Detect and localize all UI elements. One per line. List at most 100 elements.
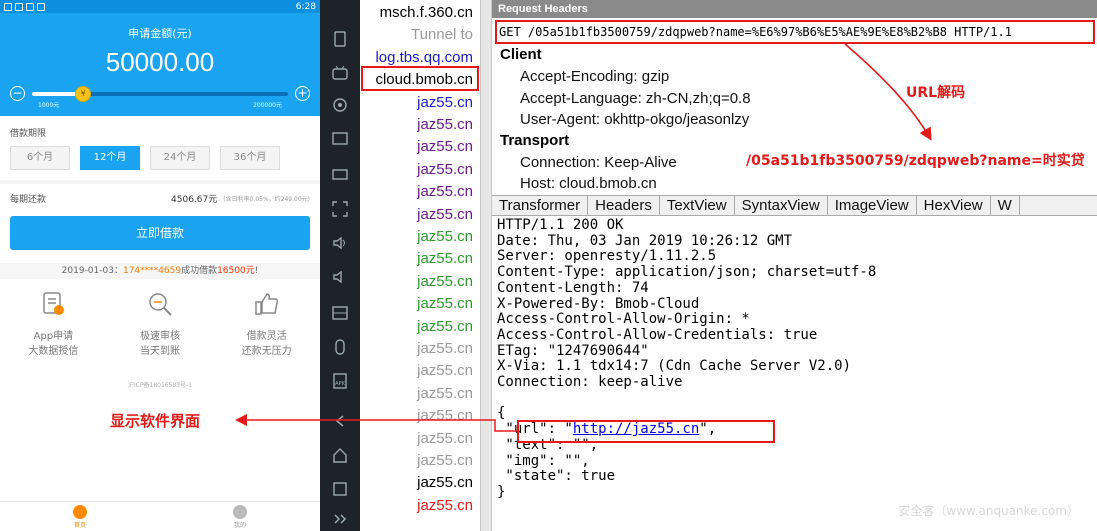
fullscreen-icon[interactable] [331,200,349,218]
tab-textview[interactable]: TextView [660,196,735,215]
tab-profile[interactable]: 我的 [160,502,320,531]
session-host-row[interactable]: jaz55.cn [417,295,473,312]
session-host-row[interactable]: jaz55.cn [417,138,473,155]
tab-transformer[interactable]: Transformer [492,196,589,215]
android-icon[interactable] [331,64,349,82]
feature-line2: 大数据授信 [28,346,79,357]
response-line: Date: Thu, 03 Jan 2019 10:26:12 GMT [497,232,793,249]
session-host-row[interactable]: jaz55.cn [417,452,473,469]
profile-icon [233,505,247,519]
response-line: X-Via: 1.1 tdx14:7 (Cdn Cache Server V2.… [497,358,852,375]
session-host-row[interactable]: jaz55.cn [417,250,473,267]
volume-down-icon[interactable] [331,268,349,286]
header-connection[interactable]: Connection: Keep-Alive [520,154,677,171]
header-accept-encoding[interactable]: Accept-Encoding: gzip [520,68,669,85]
json-line: "state": true [497,468,616,485]
session-host-row[interactable]: jaz55.cn [417,362,473,379]
decoded-path-label: /05a51b1fb3500759/zdqpweb?name=时实贷 [746,153,1085,169]
feature-line1: App申请 [33,331,74,342]
response-text[interactable]: HTTP/1.1 200 OK Date: Thu, 03 Jan 2019 10… [492,217,1097,531]
session-host-row[interactable]: jaz55.cn [417,273,473,290]
feature-app-apply[interactable]: App申请 大数据授信 [0,290,107,359]
session-host-row[interactable]: jaz55.cn [417,183,473,200]
screenshot-root: 6:28 申请金额(元) 50000.00 − ¥ + 1000元 200000… [0,0,1097,531]
plus-icon[interactable]: + [295,86,310,101]
response-line: Access-Control-Allow-Credentials: true [497,326,818,343]
minus-icon[interactable]: − [10,86,25,101]
term-option-24[interactable]: 24个月 [150,146,210,170]
recent-apps-icon[interactable] [331,480,349,498]
term-option-6[interactable]: 6个月 [10,146,70,170]
expand-icon[interactable] [331,510,349,528]
home-nav-icon[interactable] [331,446,349,464]
amount-slider[interactable]: − ¥ + 1000元 200000元 [10,86,310,109]
fast-review-icon [149,293,172,316]
response-line: Access-Control-Allow-Origin: * [497,311,750,328]
slider-max-label: 200000元 [253,102,282,109]
emulator-toolbar: APK [320,0,360,531]
repay-label: 每期还款 [10,195,47,205]
session-host-row[interactable]: msch.f.360.cn [380,4,473,21]
response-line: Content-Type: application/json; charset=… [497,264,877,281]
json-line: } [497,483,506,500]
icp-license: 沪ICP备18016583号-1 [127,382,193,389]
apk-install-icon[interactable]: APK [331,372,349,390]
term-option-36[interactable]: 36个月 [220,146,280,170]
session-host-row[interactable]: jaz55.cn [417,94,473,111]
feature-flexible[interactable]: 借款灵活 还款无压力 [213,290,320,359]
location-icon[interactable] [331,96,349,114]
tab-imageview[interactable]: ImageView [828,196,917,215]
slider-min-label: 1000元 [38,102,60,109]
app-apply-icon [43,292,65,315]
header-host[interactable]: Host: cloud.bmob.cn [520,175,657,192]
session-host-row[interactable]: jaz55.cn [417,497,473,514]
slider-knob[interactable]: ¥ [75,86,92,102]
feature-line2: 还款无压力 [241,346,292,357]
tab-label: 我的 [233,522,246,529]
borrow-button[interactable]: 立即借款 [10,216,310,250]
keyboard-icon[interactable] [331,165,349,183]
screen-icon[interactable] [331,130,349,148]
session-host-row[interactable]: jaz55.cn [417,318,473,335]
ticker-end: ! [254,266,259,276]
response-line: Server: openresty/1.11.2.5 [497,248,717,265]
back-icon[interactable] [331,412,349,430]
watermark: 安全客（www.anquanke.com） [898,504,1079,518]
header-user-agent[interactable]: User-Agent: okhttp-okgo/jeasonlzy [520,111,749,128]
status-time: 6:28 [295,1,316,12]
splitter[interactable] [480,0,492,531]
ticker-date: 2019-01-03： [61,266,123,276]
session-host-row[interactable]: jaz55.cn [417,340,473,357]
tab-label: 首页 [73,522,86,529]
session-host-row[interactable]: Tunnel to [411,26,473,43]
rotate-icon[interactable] [331,30,349,48]
session-host-row[interactable]: jaz55.cn [417,385,473,402]
request-line[interactable]: GET /05a51b1fb3500759/zdqpweb?name=%E6%9… [495,20,1095,44]
session-host-row[interactable]: jaz55.cn [417,116,473,133]
slider-track[interactable]: ¥ [32,86,288,102]
session-host-row[interactable]: jaz55.cn [417,228,473,245]
repay-note: (含日利率0.05%，约249.00元) [223,196,310,203]
header-accept-language[interactable]: Accept-Language: zh-CN,zh;q=0.8 [520,90,751,107]
feature-list: App申请 大数据授信 极速审核 当天到账 借款灵活 还款无压力 [0,290,320,359]
session-host-row[interactable]: log.tbs.qq.com [375,49,473,66]
volume-up-icon[interactable] [331,234,349,252]
tab-syntaxview[interactable]: SyntaxView [735,196,828,215]
session-host-row[interactable]: jaz55.cn [417,206,473,223]
term-option-12[interactable]: 12个月 [80,146,140,170]
tab-home[interactable]: 首页 [0,502,160,531]
session-host-row[interactable]: jaz55.cn [417,430,473,447]
tab-headers[interactable]: Headers [588,196,660,215]
feature-fast-review[interactable]: 极速审核 当天到账 [107,290,214,359]
multi-window-icon[interactable] [331,304,349,322]
response-line: Content-Length: 74 [497,279,649,296]
tab-more[interactable]: W [991,196,1020,215]
mouse-icon[interactable] [331,338,349,356]
tab-hexview[interactable]: HexView [917,196,991,215]
session-host-row[interactable]: jaz55.cn [417,474,473,491]
transport-group-label[interactable]: Transport [500,132,569,149]
client-group-label[interactable]: Client [500,46,542,63]
session-host-row[interactable]: jaz55.cn [417,407,473,424]
session-host-row[interactable]: jaz55.cn [417,161,473,178]
ticker-phone: 174****4659 [122,266,182,276]
